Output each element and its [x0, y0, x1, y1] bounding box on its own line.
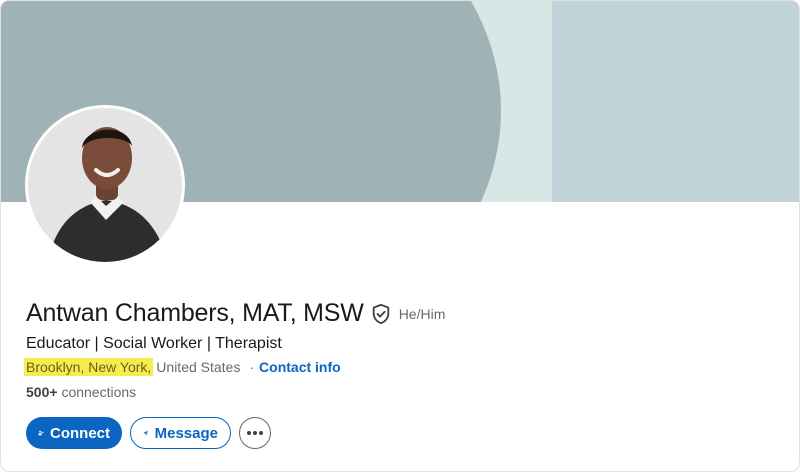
location-country: United States [156, 359, 241, 375]
profile-name-row: Antwan Chambers, MAT, MSW He/Him [26, 299, 445, 328]
location-highlighted: Brooklyn, New York, [24, 358, 154, 376]
profile-name: Antwan Chambers, MAT, MSW [26, 299, 364, 327]
avatar-photo [28, 108, 182, 262]
profile-avatar[interactable] [25, 105, 185, 265]
connections-label: connections [61, 384, 137, 400]
banner-band-right [552, 1, 799, 202]
message-button[interactable]: Message [130, 417, 231, 449]
profile-pronouns: He/Him [398, 305, 446, 322]
location-separator: · [249, 359, 255, 375]
connections-count: 500+ [26, 384, 58, 400]
profile-location-row: Brooklyn, New York, United States · Cont… [24, 358, 341, 376]
contact-info-link[interactable]: Contact info [259, 359, 341, 375]
message-button-label: Message [154, 424, 218, 442]
connect-button[interactable]: Connect [26, 417, 122, 449]
profile-connections[interactable]: 500+ connections [26, 384, 136, 400]
verified-shield-icon[interactable] [370, 303, 392, 325]
paper-plane-icon [143, 430, 149, 436]
more-horizontal-icon [247, 431, 263, 435]
more-actions-button[interactable] [239, 417, 271, 449]
profile-card: Antwan Chambers, MAT, MSW He/Him Educato… [1, 1, 799, 471]
profile-headline: Educator | Social Worker | Therapist [26, 335, 282, 352]
add-person-icon [38, 430, 44, 436]
profile-actions: Connect Message [26, 417, 271, 449]
connect-button-label: Connect [50, 424, 110, 442]
